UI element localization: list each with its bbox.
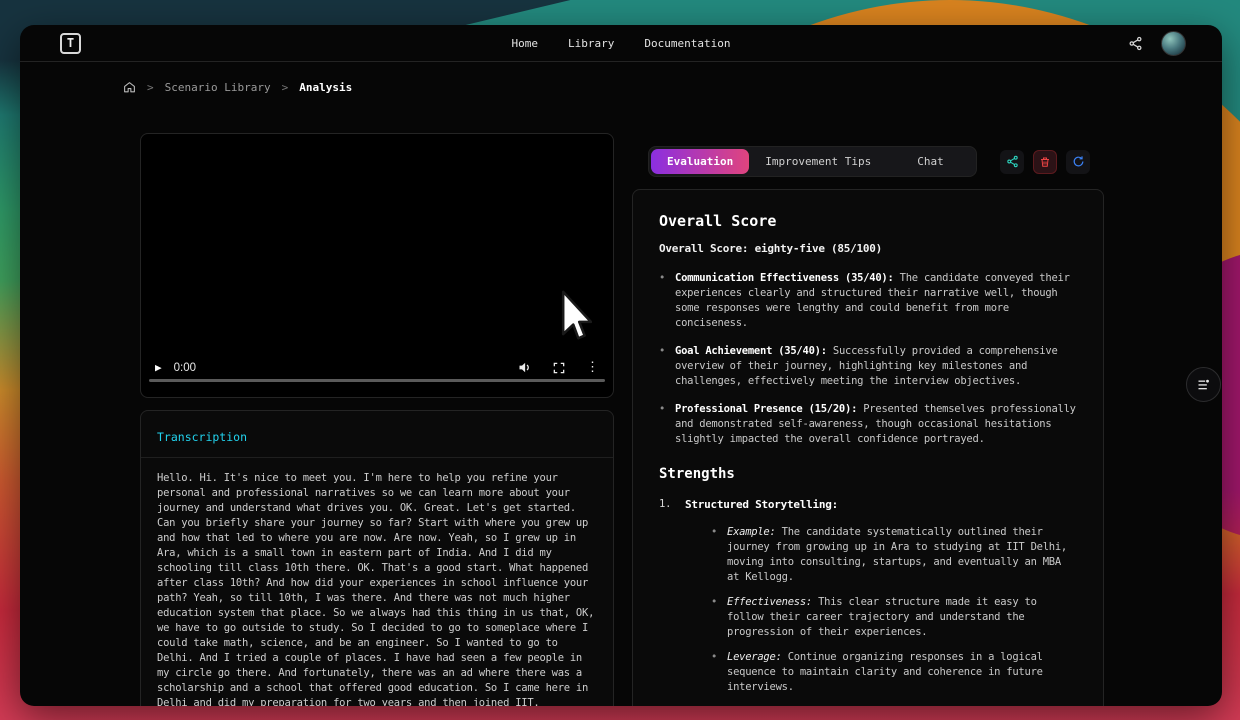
- tab-group: Evaluation Improvement Tips Chat: [648, 146, 977, 177]
- overall-score-value: Overall Score: eighty-five (85/100): [659, 241, 1077, 256]
- point-text: The candidate systematically outlined th…: [727, 526, 1067, 583]
- volume-icon[interactable]: [517, 360, 532, 375]
- bullet-icon: •: [659, 344, 675, 389]
- list-item: • Communication Effectiveness (35/40): T…: [659, 271, 1077, 331]
- refresh-icon: [1072, 155, 1085, 168]
- fullscreen-icon[interactable]: [552, 361, 566, 375]
- score-breakdown-list: • Communication Effectiveness (35/40): T…: [659, 271, 1077, 447]
- play-button[interactable]: ▶: [155, 361, 162, 374]
- point-label: Effectiveness:: [727, 596, 812, 608]
- bullet-icon: •: [659, 402, 675, 447]
- video-timestamp: 0:00: [174, 362, 196, 374]
- video-controls: ▶ 0:00: [141, 360, 613, 375]
- score-item-label: Goal Achievement (35/40):: [675, 345, 827, 357]
- nav-item-library[interactable]: Library: [568, 37, 614, 50]
- panel-action-buttons: [1000, 150, 1090, 174]
- kebab-menu-icon[interactable]: ⋮: [586, 360, 599, 375]
- main-nav: Home Library Documentation: [512, 37, 731, 50]
- score-item-label: Professional Presence (15/20):: [675, 403, 857, 415]
- point-label: Leverage:: [727, 651, 782, 663]
- share-icon[interactable]: [1128, 36, 1143, 51]
- right-column: Evaluation Improvement Tips Chat: [632, 133, 1104, 706]
- strength-item: 1. Structured Storytelling: • Example: T…: [659, 497, 1077, 705]
- list-item: • Effectiveness: This clear structure ma…: [711, 595, 1077, 640]
- tab-chat[interactable]: Chat: [887, 149, 974, 174]
- app-logo[interactable]: T: [60, 33, 81, 54]
- video-controls-right: ⋮: [517, 360, 599, 375]
- transcription-text[interactable]: Hello. Hi. It's nice to meet you. I'm he…: [141, 458, 613, 706]
- list-item: • Leverage: Continue organizing response…: [711, 650, 1077, 695]
- score-item-label: Communication Effectiveness (35/40):: [675, 272, 894, 284]
- nav-item-home[interactable]: Home: [512, 37, 539, 50]
- bullet-icon: •: [711, 595, 727, 640]
- home-icon[interactable]: [123, 81, 136, 94]
- bullet-icon: •: [711, 525, 727, 585]
- transcription-header: Transcription: [141, 411, 613, 457]
- transcription-title: Transcription: [157, 430, 247, 444]
- overall-score-heading: Overall Score: [659, 214, 1077, 229]
- breadcrumb-separator: >: [147, 81, 154, 94]
- main-content: ▶ 0:00: [140, 133, 1104, 706]
- point-label: Example:: [727, 526, 776, 538]
- trash-icon: [1039, 156, 1051, 168]
- app-window: T Home Library Documentation > Scenario …: [20, 25, 1222, 706]
- share-evaluation-button[interactable]: [1000, 150, 1024, 174]
- breadcrumb-analysis: Analysis: [299, 81, 352, 94]
- evaluation-panel[interactable]: Overall Score Overall Score: eighty-five…: [632, 189, 1104, 706]
- list-item: • Goal Achievement (35/40): Successfully…: [659, 344, 1077, 389]
- video-player[interactable]: ▶ 0:00: [140, 133, 614, 398]
- navbar-right: [1128, 31, 1186, 56]
- breadcrumb-scenario-library[interactable]: Scenario Library: [165, 81, 271, 94]
- bullet-icon: •: [711, 650, 727, 695]
- breadcrumb: > Scenario Library > Analysis: [123, 81, 1222, 94]
- strength-title: Structured Storytelling:: [685, 498, 838, 511]
- tabs-row: Evaluation Improvement Tips Chat: [632, 133, 1104, 177]
- tab-evaluation[interactable]: Evaluation: [651, 149, 749, 174]
- video-progress-bar[interactable]: [149, 379, 605, 383]
- tab-improvement-tips[interactable]: Improvement Tips: [749, 149, 887, 174]
- top-navbar: T Home Library Documentation: [20, 25, 1222, 62]
- list-item: • Professional Presence (15/20): Present…: [659, 402, 1077, 447]
- refresh-button[interactable]: [1066, 150, 1090, 174]
- panel-toggle-button[interactable]: [1186, 367, 1221, 402]
- transcription-panel: Transcription Hello. Hi. It's nice to me…: [140, 410, 614, 706]
- share-icon: [1006, 155, 1019, 168]
- nav-item-documentation[interactable]: Documentation: [644, 37, 730, 50]
- left-column: ▶ 0:00: [140, 133, 614, 706]
- bullet-icon: •: [659, 271, 675, 331]
- strength-number: 1.: [659, 497, 685, 705]
- strength-points-list: • Example: The candidate systematically …: [711, 525, 1077, 695]
- strengths-heading: Strengths: [659, 467, 1077, 482]
- list-item: • Example: The candidate systematically …: [711, 525, 1077, 585]
- filter-sliders-icon: [1196, 377, 1211, 392]
- user-avatar[interactable]: [1161, 31, 1186, 56]
- breadcrumb-separator: >: [282, 81, 289, 94]
- delete-button[interactable]: [1033, 150, 1057, 174]
